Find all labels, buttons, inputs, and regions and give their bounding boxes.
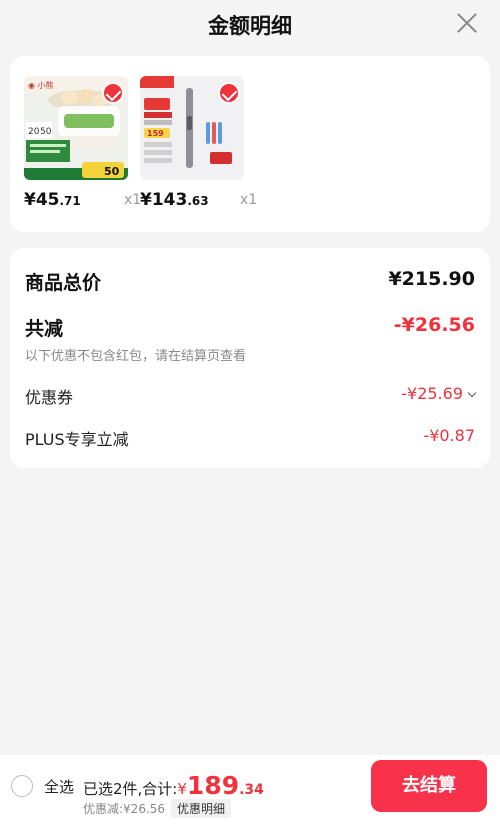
- svg-text:50: 50: [104, 165, 120, 178]
- chevron-down-icon[interactable]: [467, 388, 477, 398]
- checkout-button[interactable]: 去结算: [371, 760, 487, 812]
- svg-text:50: 50: [40, 127, 52, 137]
- price-decimal: .71: [59, 194, 81, 208]
- total-reduce-value: -¥26.56: [393, 314, 475, 336]
- selected-check-icon[interactable]: [102, 82, 124, 104]
- select-all-label[interactable]: 全选: [44, 776, 74, 797]
- plus-reduce-value: -¥0.87: [423, 426, 475, 445]
- total-reduce-row: 共减 -¥26.56: [25, 314, 475, 340]
- price-integer: ¥45: [24, 190, 60, 210]
- close-icon[interactable]: [454, 10, 480, 36]
- discount-text: 优惠减:¥26.56: [83, 802, 166, 816]
- discount-detail-button[interactable]: 优惠明细: [171, 799, 232, 818]
- reduce-note: 以下优惠不包含红包，请在结算页查看: [25, 349, 247, 364]
- total-amount-decimal: .34: [239, 782, 264, 798]
- svg-text:◉ 小熊: ◉ 小熊: [28, 80, 54, 90]
- modal-header: 金额明细: [0, 0, 500, 50]
- selected-check-icon[interactable]: [218, 82, 240, 104]
- total-amount-integer: 189: [186, 771, 240, 800]
- product-thumbnail[interactable]: ◉ 小熊 20 50 50: [24, 76, 128, 180]
- price-decimal: .63: [187, 194, 209, 208]
- total-price-row: 商品总价 ¥215.90: [25, 268, 475, 294]
- product-price: ¥143.63: [140, 190, 209, 210]
- coupon-row[interactable]: 优惠券 -¥25.69: [25, 384, 477, 407]
- checkout-bar: 全选 已选2件,合计:¥189.34 优惠减:¥26.56 优惠明细 去结算: [0, 755, 500, 829]
- product-quantity: x1: [240, 192, 258, 208]
- page-title: 金额明细: [208, 14, 292, 38]
- total-currency: ¥: [177, 780, 187, 798]
- plus-reduce-row: PLUS专享立减 -¥0.87: [25, 426, 475, 449]
- coupon-label: 优惠券: [25, 388, 74, 407]
- total-reduce-label: 共减: [25, 318, 64, 340]
- selected-count-text: 已选2件,合计:: [83, 780, 178, 798]
- goods-card: ◉ 小熊 20 50 50 ¥45.71 x1 159 ¥143.63 x1: [10, 56, 490, 232]
- product-price: ¥45.71: [24, 190, 81, 210]
- coupon-amount: -¥25.69: [401, 384, 463, 403]
- price-summary-card: 商品总价 ¥215.90 共减 -¥26.56 以下优惠不包含红包，请在结算页查…: [10, 248, 490, 468]
- total-price-value: ¥215.90: [388, 268, 475, 290]
- price-integer: ¥143: [140, 190, 188, 210]
- coupon-value[interactable]: -¥25.69: [401, 384, 477, 403]
- discount-summary: 优惠减:¥26.56 优惠明细: [83, 799, 232, 818]
- svg-text:159: 159: [147, 129, 164, 138]
- plus-reduce-label: PLUS专享立减: [25, 430, 129, 449]
- total-price-label: 商品总价: [25, 272, 102, 294]
- selected-summary: 已选2件,合计:¥189.34: [83, 771, 264, 800]
- select-all-radio[interactable]: [11, 775, 33, 797]
- svg-text:20: 20: [28, 127, 40, 137]
- product-thumbnail[interactable]: 159: [140, 76, 244, 180]
- reduce-note-row: 以下优惠不包含红包，请在结算页查看: [25, 345, 475, 364]
- product-quantity: x1: [124, 192, 142, 208]
